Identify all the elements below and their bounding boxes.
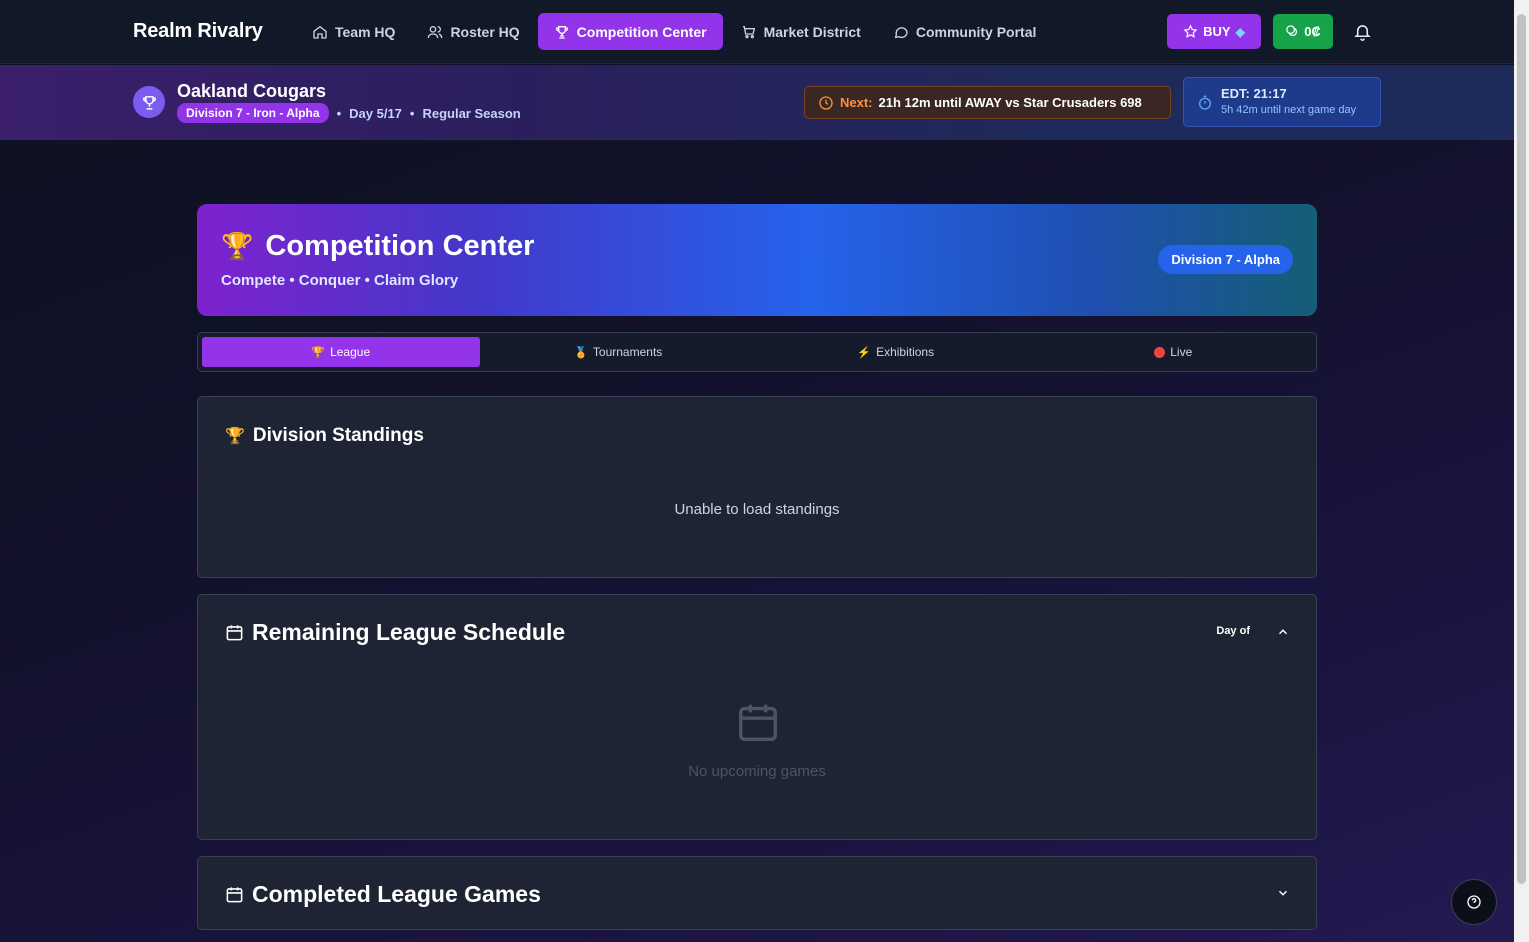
tab-exhibitions[interactable]: ⚡ Exhibitions: [757, 337, 1035, 367]
help-button[interactable]: [1451, 879, 1497, 925]
trophy-icon: [142, 95, 156, 110]
team-name: Oakland Cougars: [177, 81, 327, 101]
edt-time: EDT: 21:17: [1221, 86, 1287, 101]
buy-button[interactable]: BUY ◆: [1167, 14, 1261, 49]
tab-live-label: Live: [1170, 345, 1193, 359]
credits-button[interactable]: 0₡: [1273, 14, 1333, 49]
credits-label: 0₡: [1304, 24, 1321, 39]
next-label: Next:: [840, 95, 873, 110]
timer-icon: [1199, 95, 1211, 110]
hero-subtitle: Compete • Conquer • Claim Glory: [221, 272, 459, 289]
separator-dot: •: [336, 105, 342, 121]
day-of-label: Day of: [1216, 625, 1250, 637]
completed-title: Completed League Games: [252, 881, 541, 907]
calendar-icon: [226, 887, 243, 903]
division-pill: Division 7 - Iron - Alpha: [177, 103, 329, 123]
home-icon: [313, 25, 327, 39]
separator-dot: •: [409, 105, 415, 121]
nav-team-hq[interactable]: Team HQ: [298, 13, 409, 50]
nav-community-portal[interactable]: Community Portal: [879, 13, 1051, 50]
competition-tabs: 🏆 League 🏅 Tournaments ⚡ Exhibitions Liv…: [197, 332, 1317, 372]
schedule-card: Remaining League Schedule Day of No upco…: [197, 594, 1317, 840]
trophy-icon: 🏆: [311, 346, 326, 359]
edt-box: EDT: 21:17 5h 42m until next game day: [1183, 77, 1381, 127]
chevron-up-icon[interactable]: [1276, 625, 1290, 639]
team-meta: Division 7 - Iron - Alpha • Day 5/17 • R…: [177, 103, 521, 123]
nav-roster-hq-label: Roster HQ: [450, 23, 520, 40]
nav-links: Team HQ Roster HQ Competition Center Mar…: [298, 13, 1050, 50]
nav-competition-center[interactable]: Competition Center: [537, 13, 723, 50]
team-bar: Oakland Cougars Division 7 - Iron - Alph…: [0, 65, 1514, 140]
completed-card[interactable]: Completed League Games: [197, 856, 1317, 930]
trophy-icon: 🏆: [225, 428, 245, 445]
standings-error: Unable to load standings: [674, 501, 840, 518]
chevron-down-icon[interactable]: [1276, 886, 1290, 900]
tab-live[interactable]: Live: [1035, 337, 1313, 367]
brand-logo[interactable]: Realm Rivalry: [133, 20, 263, 43]
calendar-icon: [226, 625, 243, 641]
calendar-icon: [739, 704, 777, 741]
help-icon: [1467, 895, 1481, 909]
tab-league[interactable]: 🏆 League: [202, 337, 480, 367]
standings-card: 🏆 Division Standings Unable to load stan…: [197, 396, 1317, 578]
schedule-title-row: Remaining League Schedule: [225, 619, 565, 646]
buy-label: BUY: [1203, 24, 1231, 39]
tab-exhibitions-label: Exhibitions: [876, 345, 935, 359]
nav-market-district[interactable]: Market District: [727, 13, 875, 50]
lightning-icon: ⚡: [857, 346, 872, 359]
nav-market-district-label: Market District: [763, 23, 861, 40]
standings-title: Division Standings: [252, 425, 424, 446]
day-indicator: Day 5/17: [349, 105, 402, 121]
hero-title-row: 🏆 Competition Center: [221, 230, 534, 263]
next-game-text: 21h 12m until AWAY vs Star Crusaders 698: [878, 95, 1142, 110]
edt-subtext: 5h 42m until next game day: [1221, 104, 1357, 116]
bell-icon[interactable]: [1353, 22, 1372, 41]
completed-title-row: Completed League Games: [225, 881, 541, 908]
top-nav: Realm Rivalry Team HQ Roster HQ Competit…: [0, 0, 1514, 64]
live-dot-icon: [1154, 346, 1166, 358]
users-icon: [428, 25, 443, 38]
next-game-box: Next: 21h 12m until AWAY vs Star Crusade…: [804, 86, 1171, 119]
page-scrollbar[interactable]: [1514, 0, 1529, 942]
chat-icon: [894, 26, 908, 38]
tab-tournaments-label: Tournaments: [592, 345, 663, 359]
scrollbar-thumb[interactable]: [1517, 14, 1526, 884]
tab-tournaments[interactable]: 🏅 Tournaments: [480, 337, 758, 367]
hero-title: Competition Center: [265, 230, 535, 262]
team-avatar: [133, 86, 165, 118]
nav-team-hq-label: Team HQ: [335, 23, 396, 40]
trophy-icon: [555, 25, 568, 39]
nav-roster-hq[interactable]: Roster HQ: [413, 13, 533, 50]
cart-icon: [742, 25, 755, 38]
schedule-empty: No upcoming games: [688, 763, 826, 780]
hero-banner: 🏆 Competition Center Compete • Conquer •…: [197, 204, 1317, 316]
star-icon: [1183, 24, 1198, 38]
coins-icon: [1286, 25, 1298, 37]
nav-competition-center-label: Competition Center: [576, 23, 707, 40]
schedule-title: Remaining League Schedule: [252, 619, 566, 645]
tab-league-label: League: [330, 345, 371, 359]
trophy-icon: 🏆: [221, 231, 254, 261]
standings-title-row: 🏆 Division Standings: [225, 425, 424, 447]
clock-icon: [819, 95, 833, 110]
nav-community-portal-label: Community Portal: [915, 23, 1037, 40]
division-badge: Division 7 - Alpha: [1158, 245, 1293, 274]
gem-icon: ◆: [1235, 24, 1245, 39]
season-indicator: Regular Season: [422, 105, 521, 121]
medal-icon: 🏅: [574, 346, 588, 359]
